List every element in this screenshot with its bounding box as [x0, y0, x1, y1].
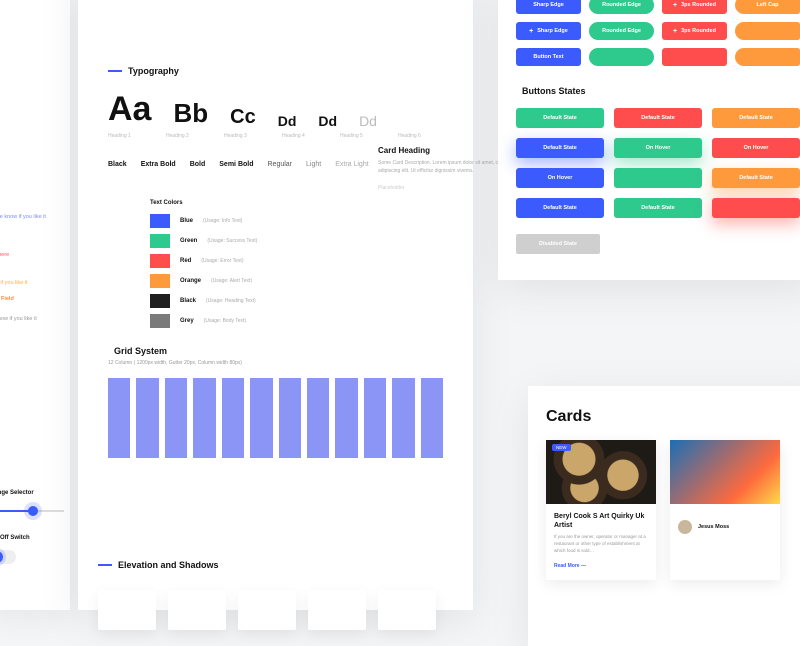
button-red[interactable] [662, 48, 727, 66]
state-button-blue[interactable]: Default State [516, 198, 604, 218]
slider-knob[interactable] [28, 506, 38, 516]
text-colors-section: Text Colors Blue (Usage: Info Text) Green… [108, 200, 443, 328]
grid-system-heading: Grid System [108, 346, 443, 356]
glyph-dd-3: Dd [359, 113, 377, 129]
glyph-bb: Bb [173, 98, 208, 129]
panel-buttons: Sharp Edge Rounded Edge +3px Rounded Left C… [498, 0, 800, 280]
glyph-dd-2: Dd [318, 113, 337, 129]
color-row: Orange (Usage: Alert Text) [150, 274, 443, 288]
range-slider[interactable] [0, 510, 64, 512]
card-article[interactable]: NEW Beryl Cook S Art Quirky Uk Artist If… [546, 440, 656, 580]
weight-bold: Bold [190, 161, 206, 168]
elevation-heading: Elevation and Shadows [98, 560, 219, 570]
heading-size-labels: Heading 1Heading 2Heading 3Heading 4Head… [108, 133, 443, 139]
text-colors-label: Text Colors [150, 200, 443, 206]
state-button-green[interactable]: Default State [516, 108, 604, 128]
weight-extra-bold: Extra Bold [141, 161, 176, 168]
read-more-link[interactable]: Read More — [554, 563, 586, 569]
typography-heading: Typography [108, 66, 443, 76]
switch-label: On/Off Switch [0, 535, 30, 541]
color-row: Red (Usage: Error Text) [150, 254, 443, 268]
button-green[interactable] [589, 48, 654, 66]
card-text: If you are the owner, operator or manage… [554, 534, 648, 554]
state-button-green[interactable] [614, 168, 702, 188]
state-button-blue[interactable]: Default State [516, 138, 604, 158]
card-author[interactable]: Jesus Moss [670, 440, 780, 580]
button-orange[interactable] [735, 22, 800, 40]
weight-light: Light [306, 161, 321, 168]
range-selector-label: Range Selector [0, 490, 34, 496]
panel-cards: Cards NEW Beryl Cook S Art Quirky Uk Art… [528, 386, 800, 646]
hint-red: right here [0, 252, 9, 258]
state-button-orange[interactable]: Default State [712, 168, 800, 188]
author-name: Jesus Moss [698, 524, 729, 530]
grid-columns-preview [108, 378, 443, 458]
glyph-dd-1: Dd [278, 113, 297, 129]
weight-semi-bold: Semi Bold [219, 161, 253, 168]
state-button-green[interactable]: Default State [614, 198, 702, 218]
disabled-button: Disabled State [516, 234, 600, 254]
weight-regular: Regular [268, 161, 293, 168]
color-row: Grey (Usage: Body Text) [150, 314, 443, 328]
state-button-green[interactable]: On Hover [614, 138, 702, 158]
elevation-samples [98, 590, 436, 630]
card-image [670, 440, 780, 504]
input-field-label: Input Field [0, 296, 14, 302]
button-blue[interactable]: +Sharp Edge [516, 22, 581, 40]
button-blue[interactable]: Sharp Edge [516, 0, 581, 14]
weight-extra-light: Extra Light [335, 161, 368, 168]
new-badge: NEW [552, 444, 571, 451]
state-button-red[interactable]: On Hover [712, 138, 800, 158]
glyph-cc: Cc [230, 106, 256, 129]
button-states-heading: Buttons States [516, 86, 800, 96]
hint-orange: know if you like it [0, 280, 28, 286]
hint-grey: me know if you like it [0, 316, 37, 322]
button-red[interactable]: +3px Rounded [662, 0, 727, 14]
toggle-switch[interactable] [0, 550, 16, 564]
card-title: Beryl Cook S Art Quirky Uk Artist [554, 512, 648, 530]
grid-system-desc: 12 Column ( 1200px width, Gutter 20px, C… [108, 360, 443, 366]
button-green[interactable]: Rounded Edge [589, 22, 654, 40]
state-button-blue[interactable]: On Hover [516, 168, 604, 188]
button-variants-grid: Sharp Edge Rounded Edge +3px Rounded Left C… [516, 0, 800, 66]
hint-blue: Let me know if you like it [0, 214, 46, 220]
color-row: Blue (Usage: Info Text) [150, 214, 443, 228]
glyph-aa: Aa [108, 90, 151, 129]
button-blue[interactable]: Button Text [516, 48, 581, 66]
state-button-red[interactable]: Default State [614, 108, 702, 128]
panel-typography: Typography Aa Bb Cc Dd Dd Dd Heading 1He… [78, 0, 473, 610]
button-red[interactable]: +3px Rounded [662, 22, 727, 40]
color-row: Green (Usage: Success Text) [150, 234, 443, 248]
button-orange[interactable] [735, 48, 800, 66]
cards-heading: Cards [546, 408, 800, 426]
button-green[interactable]: Rounded Edge [589, 0, 654, 14]
panel-form-controls: Let me know if you like it right here kn… [0, 0, 70, 610]
color-row: Black (Usage: Heading Text) [150, 294, 443, 308]
weight-black: Black [108, 161, 127, 168]
state-button-orange[interactable]: Default State [712, 108, 800, 128]
button-states-grid: Default State Default State Default State D… [516, 108, 800, 218]
state-button-red[interactable] [712, 198, 800, 218]
button-orange[interactable]: Left Cap [735, 0, 800, 14]
author-avatar [678, 520, 692, 534]
glyph-row: Aa Bb Cc Dd Dd Dd [108, 90, 443, 129]
